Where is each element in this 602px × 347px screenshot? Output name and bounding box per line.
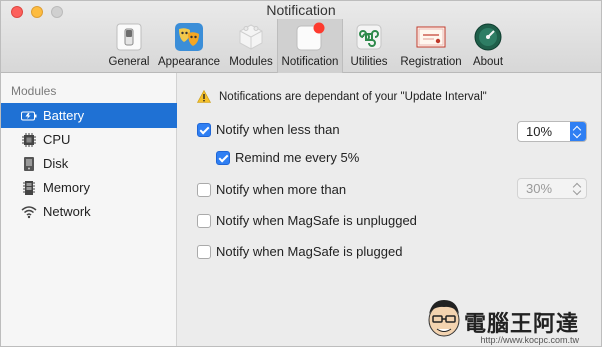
switch-icon — [114, 22, 144, 52]
window-title: Notification — [266, 2, 336, 18]
tab-notification[interactable]: Notification — [277, 19, 343, 73]
memory-icon — [21, 180, 37, 196]
less-than-value: 10% — [526, 124, 553, 139]
sidebar-item-disk[interactable]: Disk — [1, 151, 177, 176]
wifi-icon — [21, 204, 37, 220]
remind-every-checkbox[interactable] — [216, 150, 230, 165]
less-than-percent-stepper[interactable]: 10% — [517, 121, 587, 142]
watermark: 電腦王阿達 http://www.kocpc.com.tw — [424, 296, 579, 345]
tab-appearance-label: Appearance — [157, 56, 221, 68]
warning-text: Notifications are dependant of your "Upd… — [219, 90, 487, 103]
notify-more-than-checkbox[interactable] — [197, 182, 211, 197]
toolbar: Notification General Appearance Modules … — [1, 1, 601, 73]
sidebar-item-battery[interactable]: Battery — [1, 103, 177, 128]
license-certificate-icon — [416, 22, 446, 52]
sidebar-item-label: CPU — [43, 132, 71, 147]
tab-general-label: General — [108, 56, 150, 68]
tab-about-label: About — [472, 56, 504, 68]
notify-less-than-label: Notify when less than — [216, 122, 340, 137]
cpu-chip-icon — [21, 132, 37, 148]
option-notify-more-than[interactable]: Notify when more than — [197, 182, 346, 197]
remind-every-label: Remind me every 5% — [235, 150, 360, 165]
magsafe-unplugged-label: Notify when MagSafe is unplugged — [216, 213, 417, 228]
warning-row: Notifications are dependant of your "Upd… — [197, 90, 487, 103]
tab-modules-label: Modules — [229, 56, 273, 68]
tab-registration[interactable]: Registration — [395, 19, 467, 73]
tab-about[interactable]: About — [467, 19, 509, 73]
modules-cube-icon — [236, 22, 266, 52]
app-window: Notification General Appearance Modules … — [0, 0, 602, 347]
watermark-text: 電腦王阿達 — [463, 311, 579, 336]
option-magsafe-unplugged[interactable]: Notify when MagSafe is unplugged — [197, 213, 417, 228]
sidebar-item-label: Battery — [43, 108, 85, 123]
gauge-icon — [473, 22, 503, 52]
sidebar-item-label: Disk — [43, 156, 69, 171]
tab-modules[interactable]: Modules — [225, 19, 277, 73]
stepper-arrows-icon[interactable] — [570, 122, 586, 141]
option-remind-every[interactable]: Remind me every 5% — [216, 150, 359, 165]
sidebar-item-label: Memory — [43, 180, 90, 195]
sidebar-item-network[interactable]: Network — [1, 199, 177, 224]
notification-badge-icon — [295, 22, 325, 52]
mascot-face-icon — [428, 300, 460, 337]
command-key-icon — [354, 22, 384, 52]
warning-icon — [197, 90, 211, 103]
watermark-url: http://www.kocpc.com.tw — [480, 335, 579, 345]
notify-more-than-label: Notify when more than — [216, 182, 347, 197]
more-than-percent-stepper[interactable]: 30% — [517, 178, 587, 199]
tab-notification-label: Notification — [281, 56, 339, 68]
tab-utilities-label: Utilities — [350, 56, 388, 68]
notify-less-than-checkbox[interactable] — [197, 122, 211, 137]
sidebar-item-label: Network — [43, 204, 91, 219]
notification-settings: Notifications are dependant of your "Upd… — [178, 73, 601, 346]
preferences-tabs: General Appearance Modules Notification … — [105, 19, 509, 73]
magsafe-plugged-checkbox[interactable] — [197, 244, 211, 259]
more-than-value: 30% — [526, 181, 553, 196]
tab-utilities[interactable]: Utilities — [343, 19, 395, 73]
sidebar-item-cpu[interactable]: CPU — [1, 127, 177, 152]
sidebar-heading: Modules — [11, 84, 57, 98]
magsafe-unplugged-checkbox[interactable] — [197, 213, 211, 228]
battery-icon — [21, 108, 37, 124]
tab-registration-label: Registration — [400, 56, 462, 68]
option-notify-less-than[interactable]: Notify when less than — [197, 122, 340, 137]
tab-general[interactable]: General — [105, 19, 153, 73]
tab-appearance[interactable]: Appearance — [153, 19, 225, 73]
sidebar-item-memory[interactable]: Memory — [1, 175, 177, 200]
disk-icon — [21, 156, 37, 172]
option-magsafe-plugged[interactable]: Notify when MagSafe is plugged — [197, 244, 402, 259]
magsafe-plugged-label: Notify when MagSafe is plugged — [216, 244, 403, 259]
theater-masks-icon — [174, 22, 204, 52]
modules-sidebar: Modules Battery CPU Disk Memory Network — [1, 73, 177, 346]
stepper-arrows-icon[interactable] — [570, 179, 586, 198]
